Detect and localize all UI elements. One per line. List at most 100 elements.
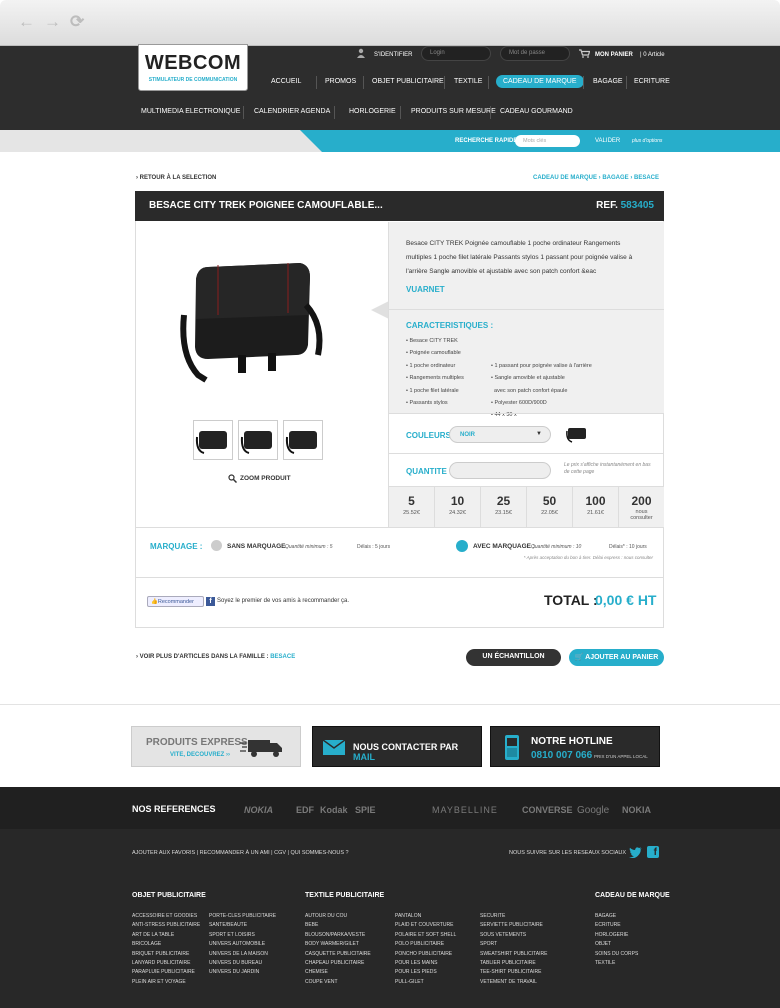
login-link[interactable]: S'IDENTIFIER (374, 52, 412, 58)
sample-button[interactable]: UN ÉCHANTILLON (466, 649, 561, 666)
menu-textile[interactable]: TEXTILE (454, 78, 482, 85)
product-title-bar: BESACE CITY TREK POIGNEE CAMOUFLABLE... … (135, 191, 664, 221)
marking-without-radio[interactable] (211, 540, 222, 551)
contact-text: NOUS CONTACTER PAR MAIL (353, 742, 459, 762)
footer-link-list[interactable]: BAGAGE ECRITURE HORLOGERIE OBJET SOINS DU CO… (595, 912, 638, 968)
price-tier: 5 25.52€ (389, 487, 435, 527)
reference-logo: Kodak (320, 805, 348, 815)
reference-logo: EDF (296, 805, 314, 815)
forward-arrow-icon[interactable]: → (44, 12, 61, 32)
logo-subtitle: STIMULATEUR DE COMMUNICATION (148, 77, 238, 83)
menu-horlogerie[interactable]: HORLOGERIE (349, 108, 396, 115)
express-title: PRODUITS EXPRESS (146, 737, 248, 748)
menu-ecriture[interactable]: ECRITURE (634, 78, 670, 85)
product-thumbnail[interactable] (193, 420, 233, 460)
menu-bagage[interactable]: BAGAGE (593, 78, 623, 85)
recommend-text: Soyez le premier de vos amis à recommand… (217, 598, 350, 604)
search-input[interactable]: Mots clés (515, 135, 580, 147)
twitter-icon[interactable] (629, 847, 642, 858)
references-bar (0, 787, 780, 829)
zoom-button[interactable]: ZOOM PRODUIT (240, 475, 291, 482)
reference-logo: MAYBELLINE (432, 805, 498, 815)
facebook-recommend-button[interactable]: 👍Recommander (147, 596, 204, 607)
marking-without-delay: Délais : 5 jours (357, 544, 391, 550)
reference-logo: NOKIA (622, 805, 651, 815)
footer-links[interactable]: AJOUTER AUX FAVORIS | RECOMMANDER À UN A… (132, 850, 349, 856)
cart-count: | 0 Article (640, 52, 665, 58)
password-input[interactable]: Mot de passe (500, 46, 570, 61)
color-select[interactable]: NOIR ▼ (449, 426, 551, 443)
zoom-icon (228, 474, 237, 483)
search-options-link[interactable]: plus d'options (632, 138, 662, 144)
color-swatch[interactable] (565, 424, 589, 444)
marking-with-min: Quantité minimum : 10 (531, 544, 582, 550)
cart-icon: 🛒 (574, 654, 584, 661)
price-tier: 200 nous consulter (630, 494, 653, 521)
product-image (180, 263, 323, 383)
menu-objet-publicitaire[interactable]: OBJET PUBLICITAIRE (372, 78, 444, 85)
footer-link-list[interactable]: PORTE-CLES PUBLICITAIRE SANTE/BEAUTE SPORT… (209, 912, 276, 978)
menu-accueil[interactable]: ACCUEIL (271, 78, 301, 85)
back-arrow-icon[interactable]: ← (18, 12, 35, 32)
menu-promos[interactable]: PROMOS (325, 78, 356, 85)
reference-logo: NOKIA (244, 805, 273, 815)
footer-link-list[interactable]: ACCESSOIRE ET GOODIES ANTI-STRESS PUBLICI… (132, 912, 200, 987)
express-subtitle: VITE, DECOUVREZ ›› (170, 752, 231, 758)
marking-label: MARQUAGE : (150, 542, 203, 551)
product-brand: VUARNET (406, 285, 445, 294)
contact-mail-banner[interactable]: NOUS CONTACTER PAR MAIL (312, 726, 482, 767)
product-thumbnail[interactable] (283, 420, 323, 460)
cart-link[interactable]: MON PANIER (595, 52, 633, 58)
menu-produits-sur-mesure[interactable]: PRODUITS SUR MESURE (411, 108, 496, 115)
pointer-arrow-icon (371, 301, 389, 319)
thumb-up-icon: 👍 (151, 599, 158, 605)
menu-cadeau-gourmand[interactable]: CADEAU GOURMAND (500, 108, 573, 115)
social-label: NOUS SUIVRE SUR LES RESEAUX SOCIAUX (509, 850, 627, 856)
family-link[interactable]: › VOIR PLUS D'ARTICLES DANS LA FAMILLE :… (136, 654, 295, 660)
reference-logo: CONVERSE (522, 805, 573, 815)
phone-icon (505, 735, 519, 760)
price-tier: 10 24.32€ (435, 487, 481, 527)
footer-link-list[interactable]: PANTALON PLAID ET COUVERTURE POLAIRE ET SO… (395, 912, 456, 987)
product-thumbnail[interactable] (238, 420, 278, 460)
chevron-down-icon: ▼ (536, 431, 542, 437)
quantity-label: QUANTITE : (406, 467, 452, 476)
price-tier: 100 21.61€ (573, 487, 619, 527)
hotline-banner[interactable]: NOTRE HOTLINE 0810 007 066 PRIX D'UN APP… (490, 726, 660, 767)
menu-calendrier[interactable]: CALENDRIER AGENDA (254, 108, 330, 115)
marking-with-delay: Délais* : 10 jours (609, 544, 647, 550)
menu-cadeau-de-marque[interactable]: CADEAU DE MARQUE (496, 75, 584, 88)
express-products-banner[interactable]: PRODUITS EXPRESS VITE, DECOUVREZ ›› (131, 726, 301, 767)
breadcrumb[interactable]: CADEAU DE MARQUE › BAGAGE › BESACE (533, 175, 659, 181)
site-logo[interactable]: WEBCOM STIMULATEUR DE COMMUNICATION (138, 44, 248, 91)
footer-link-list[interactable]: SECURITE SERVIETTE PUBLICITAIRE SOUS VETEM… (480, 912, 547, 987)
marking-without-label: SANS MARQUAGE (227, 543, 286, 550)
product-title: BESACE CITY TREK POIGNEE CAMOUFLABLE... (149, 200, 383, 211)
reload-icon[interactable]: ⟳ (70, 12, 84, 32)
facebook-icon[interactable]: f (647, 846, 659, 858)
reference-logo: SPIE (355, 805, 376, 815)
total-label: TOTAL : (544, 592, 598, 608)
footer-link-list[interactable]: AUTOUR DU COU BEBE BLOUSON/PARKA/VESTE BODY… (305, 912, 371, 987)
marking-without-min: Quantité minimum : 5 (285, 544, 333, 550)
add-to-cart-button[interactable]: 🛒 AJOUTER AU PANIER (569, 649, 664, 666)
menu-multimedia[interactable]: MULTIMEDIA ELECTRONIQUE (141, 108, 240, 115)
price-tier: 50 22.05€ (527, 487, 573, 527)
features-title: CARACTERISTIQUES : (406, 321, 494, 330)
back-to-selection-link[interactable]: › RETOUR À LA SELECTION (136, 175, 216, 181)
marking-note: * Après acceptation du bon à tirer. Déla… (523, 555, 653, 560)
product-description: Besace CITY TREK Poignée camouflable 1 p… (406, 240, 633, 275)
hotline-note: PRIX D'UN APPEL LOCAL (594, 754, 648, 759)
references-title: NOS REFERENCES (132, 804, 216, 814)
truck-icon (240, 740, 282, 757)
marking-with-label: AVEC MARQUAGE : (473, 543, 535, 550)
user-icon (357, 48, 365, 58)
quantity-input[interactable] (449, 462, 551, 479)
login-input[interactable]: Login (421, 46, 491, 61)
footer-col-title: TEXTILE PUBLICITAIRE (305, 892, 385, 899)
reference-logo: Google (577, 805, 610, 816)
site-header (0, 46, 780, 130)
marking-with-radio[interactable] (456, 540, 468, 552)
search-submit-button[interactable]: VALIDER (595, 138, 620, 144)
cart-icon (579, 49, 590, 58)
